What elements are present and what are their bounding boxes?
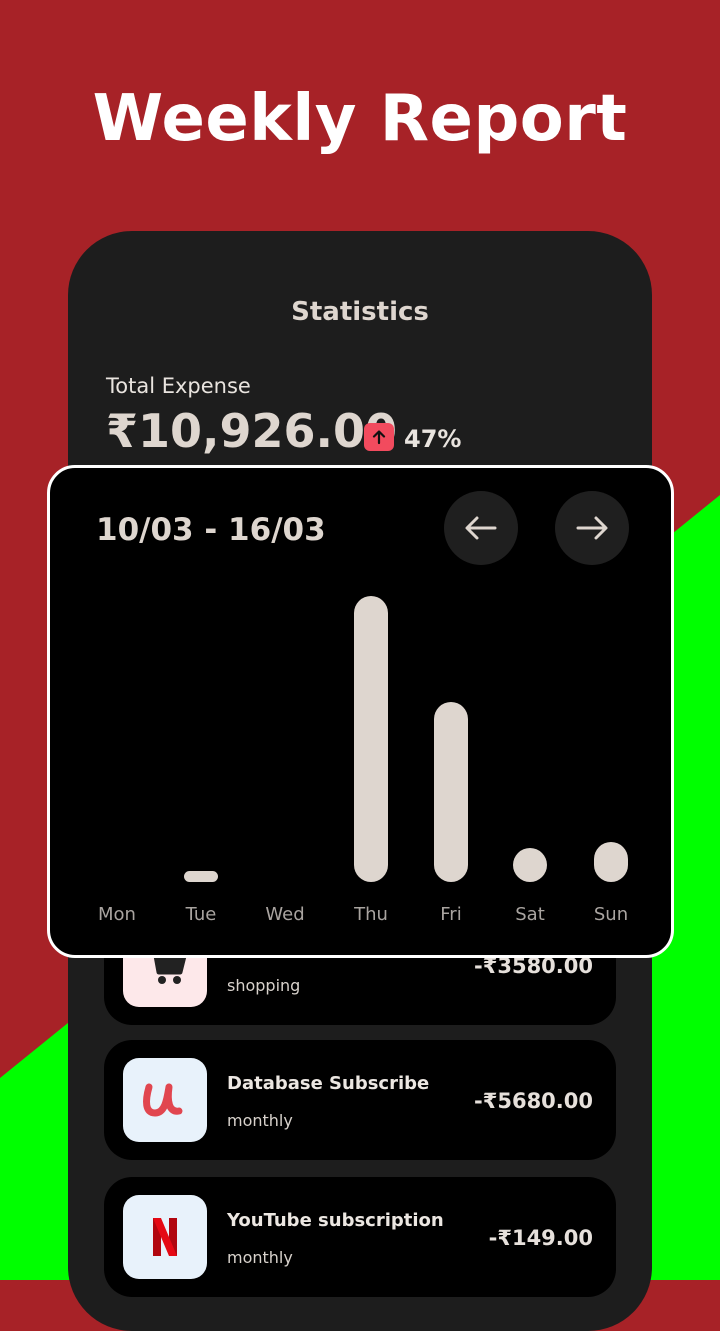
bar-sun — [594, 841, 628, 882]
bar-fri — [434, 701, 468, 882]
bar-chart — [50, 468, 671, 955]
weekly-chart-card: 10/03 - 16/03 Mon Tue Wed Thu Fri Sat Sun — [47, 465, 674, 958]
day-label-tue: Tue — [185, 904, 217, 925]
transaction-amount: -₹5680.00 — [474, 1089, 593, 1113]
netflix-logo-icon — [123, 1195, 207, 1279]
transaction-name: YouTube subscription — [227, 1210, 444, 1231]
total-expense-amount: ₹10,926.00 — [106, 404, 398, 458]
transaction-amount: -₹149.00 — [488, 1226, 593, 1250]
udemy-logo-icon — [123, 1058, 207, 1142]
day-label-sun: Sun — [593, 904, 629, 925]
headline: Weekly Report — [92, 82, 628, 156]
arrow-up-icon — [364, 423, 394, 451]
trend-percent: 47% — [404, 425, 462, 453]
day-label-sat: Sat — [515, 904, 545, 925]
day-label-thu: Thu — [354, 904, 388, 925]
transaction-category: monthly — [227, 1248, 293, 1267]
transaction-item[interactable]: Database Subscribe monthly -₹5680.00 — [104, 1040, 616, 1160]
transaction-item[interactable]: YouTube subscription monthly -₹149.00 — [104, 1177, 616, 1297]
day-label-fri: Fri — [440, 904, 462, 925]
page-title: Statistics — [291, 297, 429, 327]
day-label-wed: Wed — [265, 904, 305, 925]
transaction-category: shopping — [227, 976, 301, 995]
bar-tue — [184, 870, 218, 882]
transaction-category: monthly — [227, 1111, 293, 1130]
bar-thu — [354, 596, 388, 882]
transaction-name: Database Subscribe — [227, 1073, 430, 1094]
bar-sat — [513, 847, 547, 882]
day-label-mon: Mon — [98, 904, 136, 925]
total-expense-label: Total Expense — [106, 374, 251, 398]
